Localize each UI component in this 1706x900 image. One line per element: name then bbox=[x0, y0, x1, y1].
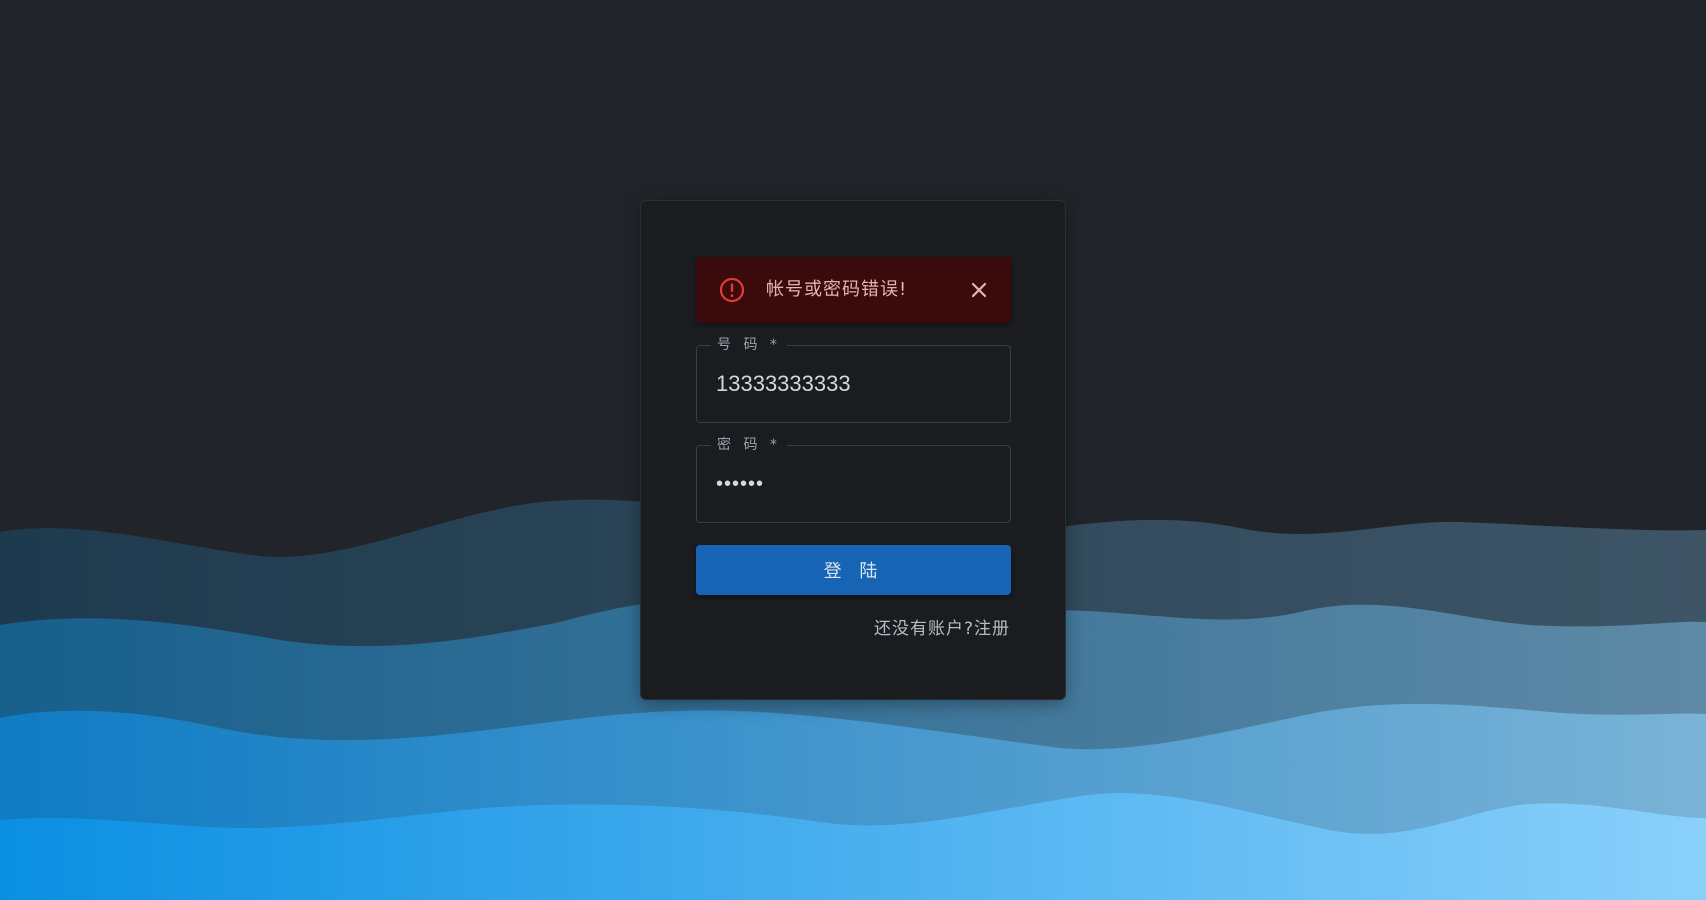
phone-field: 号 码 * bbox=[696, 335, 1011, 423]
login-button[interactable]: 登 陆 bbox=[696, 545, 1011, 595]
login-card: 帐号或密码错误! 号 码 * 密 码 * 登 陆 还没有账户?注册 bbox=[640, 200, 1066, 700]
error-alert: 帐号或密码错误! bbox=[696, 257, 1011, 323]
password-field: 密 码 * bbox=[696, 435, 1011, 523]
error-message: 帐号或密码错误! bbox=[766, 279, 908, 300]
password-input[interactable] bbox=[716, 466, 996, 502]
password-label: 密 码 * bbox=[711, 435, 787, 455]
register-link[interactable]: 还没有账户?注册 bbox=[874, 617, 1010, 641]
phone-input[interactable] bbox=[716, 366, 996, 402]
phone-label: 号 码 * bbox=[711, 335, 787, 355]
error-circle-icon bbox=[719, 277, 745, 303]
close-icon[interactable] bbox=[968, 279, 990, 301]
